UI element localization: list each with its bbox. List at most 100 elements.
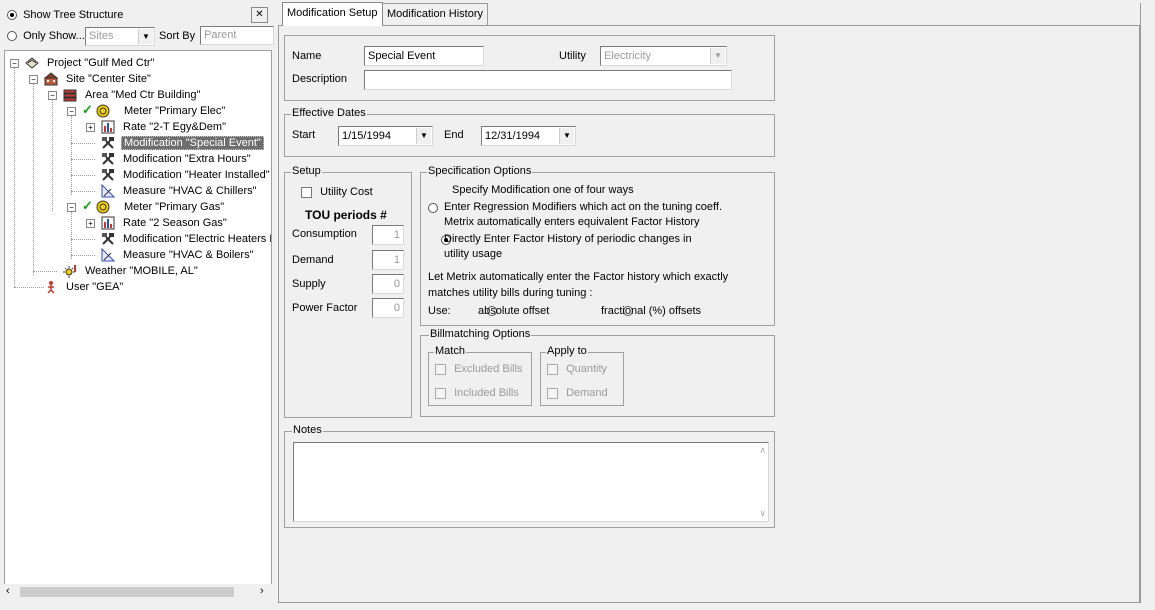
tree-node-measure[interactable]: Measure "HVAC & Chillers"	[101, 183, 259, 199]
billmatching-options-group: Billmatching Options Match Excluded Bill…	[420, 328, 775, 417]
tree-node-modification[interactable]: Modification "Electric Heaters B	[101, 231, 271, 247]
only-show-select-value: Sites	[89, 30, 114, 42]
tree-node-modification[interactable]: Modification "Heater Installed"	[101, 167, 271, 183]
demand-input[interactable]: 1	[372, 250, 404, 270]
effective-dates-label: Effective Dates	[291, 107, 367, 119]
apply-to-label: Apply to	[546, 345, 588, 357]
close-icon: ✕	[255, 9, 264, 20]
tree-collapse-toggle[interactable]: −	[48, 91, 57, 100]
sort-by-value: Parent	[204, 29, 237, 41]
specification-options-group: Specification Options Specify Modificati…	[420, 165, 775, 326]
consumption-input[interactable]: 1	[372, 225, 404, 245]
demand-apply-checkbox[interactable]: Demand	[547, 387, 608, 399]
show-tree-label: Show Tree Structure	[23, 9, 124, 21]
chevron-down-icon: ▼	[559, 128, 574, 144]
setup-label: Setup	[291, 165, 322, 177]
quantity-checkbox[interactable]: Quantity	[547, 363, 607, 375]
utility-cost-check[interactable]	[301, 186, 312, 198]
meter-icon	[96, 104, 110, 118]
tab-content: Name Special Event Utility Electricity ▼…	[278, 25, 1140, 603]
tree-node-rate[interactable]: Rate "2 Season Gas"	[101, 215, 229, 231]
tree-node-modification[interactable]: Modification "Extra Hours"	[101, 151, 253, 167]
start-label: Start	[292, 129, 316, 141]
tree-node-rate[interactable]: Rate "2-T Egy&Dem"	[101, 119, 228, 135]
scroll-down-icon[interactable]: ∨	[759, 508, 766, 519]
scroll-right-icon[interactable]: ›	[260, 585, 264, 597]
scroll-up-icon[interactable]: ∧	[759, 445, 766, 456]
modification-icon	[102, 137, 114, 149]
notes-label: Notes	[292, 424, 323, 436]
modification-icon	[102, 169, 114, 181]
scroll-left-icon[interactable]: ‹	[6, 585, 10, 597]
tree-node-site[interactable]: Site "Center Site"	[44, 71, 153, 87]
close-tree-button[interactable]: ✕	[251, 7, 268, 23]
apply-to-group: Apply to Quantity Demand	[540, 345, 624, 406]
tree-node-weather[interactable]: Weather "MOBILE, AL"	[63, 263, 200, 279]
user-icon	[47, 281, 55, 294]
only-show-radio[interactable]: Only Show...	[7, 30, 85, 42]
power-factor-label: Power Factor	[292, 302, 358, 314]
spec-regression-line1: Enter Regression Modifiers which act on …	[444, 201, 723, 213]
end-date-picker[interactable]: 12/31/1994 ▼	[481, 126, 576, 146]
match-group: Match Excluded Bills Included Bills	[428, 345, 532, 406]
utility-cost-checkbox[interactable]: Utility Cost	[301, 186, 373, 198]
tree-collapse-toggle[interactable]: −	[10, 59, 19, 68]
quantity-label: Quantity	[566, 363, 608, 375]
supply-label: Supply	[292, 278, 326, 290]
tree-expand-toggle[interactable]: +	[86, 219, 95, 228]
excluded-bills-checkbox[interactable]: Excluded Bills	[435, 363, 523, 375]
tree-expand-toggle[interactable]: +	[86, 123, 95, 132]
tree-collapse-toggle[interactable]: −	[29, 75, 38, 84]
specification-options-label: Specification Options	[427, 165, 533, 177]
tree-view[interactable]: − − − − + − + Project "Gulf Med Ctr" Sit…	[4, 50, 272, 600]
tree-collapse-toggle[interactable]: −	[67, 107, 76, 116]
effective-dates-group: Effective Dates Start 1/15/1994 ▼ End 12…	[284, 107, 775, 157]
only-show-select[interactable]: Sites ▼	[85, 27, 155, 46]
left-panel: Show Tree Structure ✕ Only Show... Sites…	[0, 0, 276, 610]
tree-node-measure[interactable]: Measure "HVAC & Boilers"	[101, 247, 255, 263]
spec-auto-line1: Let Metrix automatically enter the Facto…	[428, 271, 729, 283]
tree-node-meter-gas[interactable]: ✓ Meter "Primary Gas"	[82, 198, 226, 215]
utility-select[interactable]: Electricity ▼	[600, 46, 727, 66]
supply-input[interactable]: 0	[372, 274, 404, 294]
tree-collapse-toggle[interactable]: −	[67, 203, 76, 212]
description-input[interactable]	[364, 70, 732, 90]
tab-modification-setup[interactable]: Modification Setup	[282, 2, 383, 26]
spec-regression-radio[interactable]	[428, 203, 438, 214]
tree-horizontal-scrollbar[interactable]: ‹ ›	[4, 584, 272, 600]
spec-factor-history-line1: Directly Enter Factor History of periodi…	[444, 233, 692, 245]
match-label: Match	[434, 345, 466, 357]
window-edge	[1140, 3, 1155, 603]
absolute-offset-label: absolute offset	[478, 305, 550, 317]
tab-modification-history[interactable]: Modification History	[382, 3, 488, 25]
show-tree-radio[interactable]: Show Tree Structure	[7, 9, 123, 21]
name-input[interactable]: Special Event	[364, 46, 484, 66]
site-icon	[44, 72, 58, 86]
consumption-label: Consumption	[292, 228, 357, 240]
scrollbar-thumb[interactable]	[20, 587, 234, 597]
check-icon: ✓	[82, 198, 93, 213]
spec-factor-history-line2: utility usage	[444, 248, 503, 260]
weather-icon	[63, 265, 76, 278]
demand-label: Demand	[292, 254, 334, 266]
tree-node-modification-selected[interactable]: Modification "Special Event"	[101, 135, 264, 151]
start-date-picker[interactable]: 1/15/1994 ▼	[338, 126, 433, 146]
meter-icon	[96, 200, 110, 214]
tree-node-area[interactable]: Area "Med Ctr Building"	[63, 87, 202, 103]
only-show-radio-button[interactable]	[7, 31, 17, 42]
billmatching-options-label: Billmatching Options	[429, 328, 532, 340]
included-bills-checkbox[interactable]: Included Bills	[435, 387, 519, 399]
sort-by-field[interactable]: Parent	[200, 26, 274, 45]
power-factor-input[interactable]: 0	[372, 298, 404, 318]
name-group: Name Special Event Utility Electricity ▼…	[284, 35, 775, 101]
tree-node-user[interactable]: User "GEA"	[44, 279, 125, 295]
project-icon	[25, 57, 39, 69]
end-label: End	[444, 129, 464, 141]
tree-node-meter-elec[interactable]: ✓ Meter "Primary Elec"	[82, 102, 227, 119]
tree-node-project[interactable]: Project "Gulf Med Ctr"	[25, 55, 156, 71]
notes-textarea[interactable]: ∧ ∨	[293, 442, 769, 522]
show-tree-radio-button[interactable]	[7, 10, 17, 21]
fractional-offset-label: fractional (%) offsets	[601, 305, 702, 317]
notes-group: Notes ∧ ∨	[284, 424, 775, 528]
spec-regression-line2: Metrix automatically enters equivalent F…	[444, 216, 700, 228]
